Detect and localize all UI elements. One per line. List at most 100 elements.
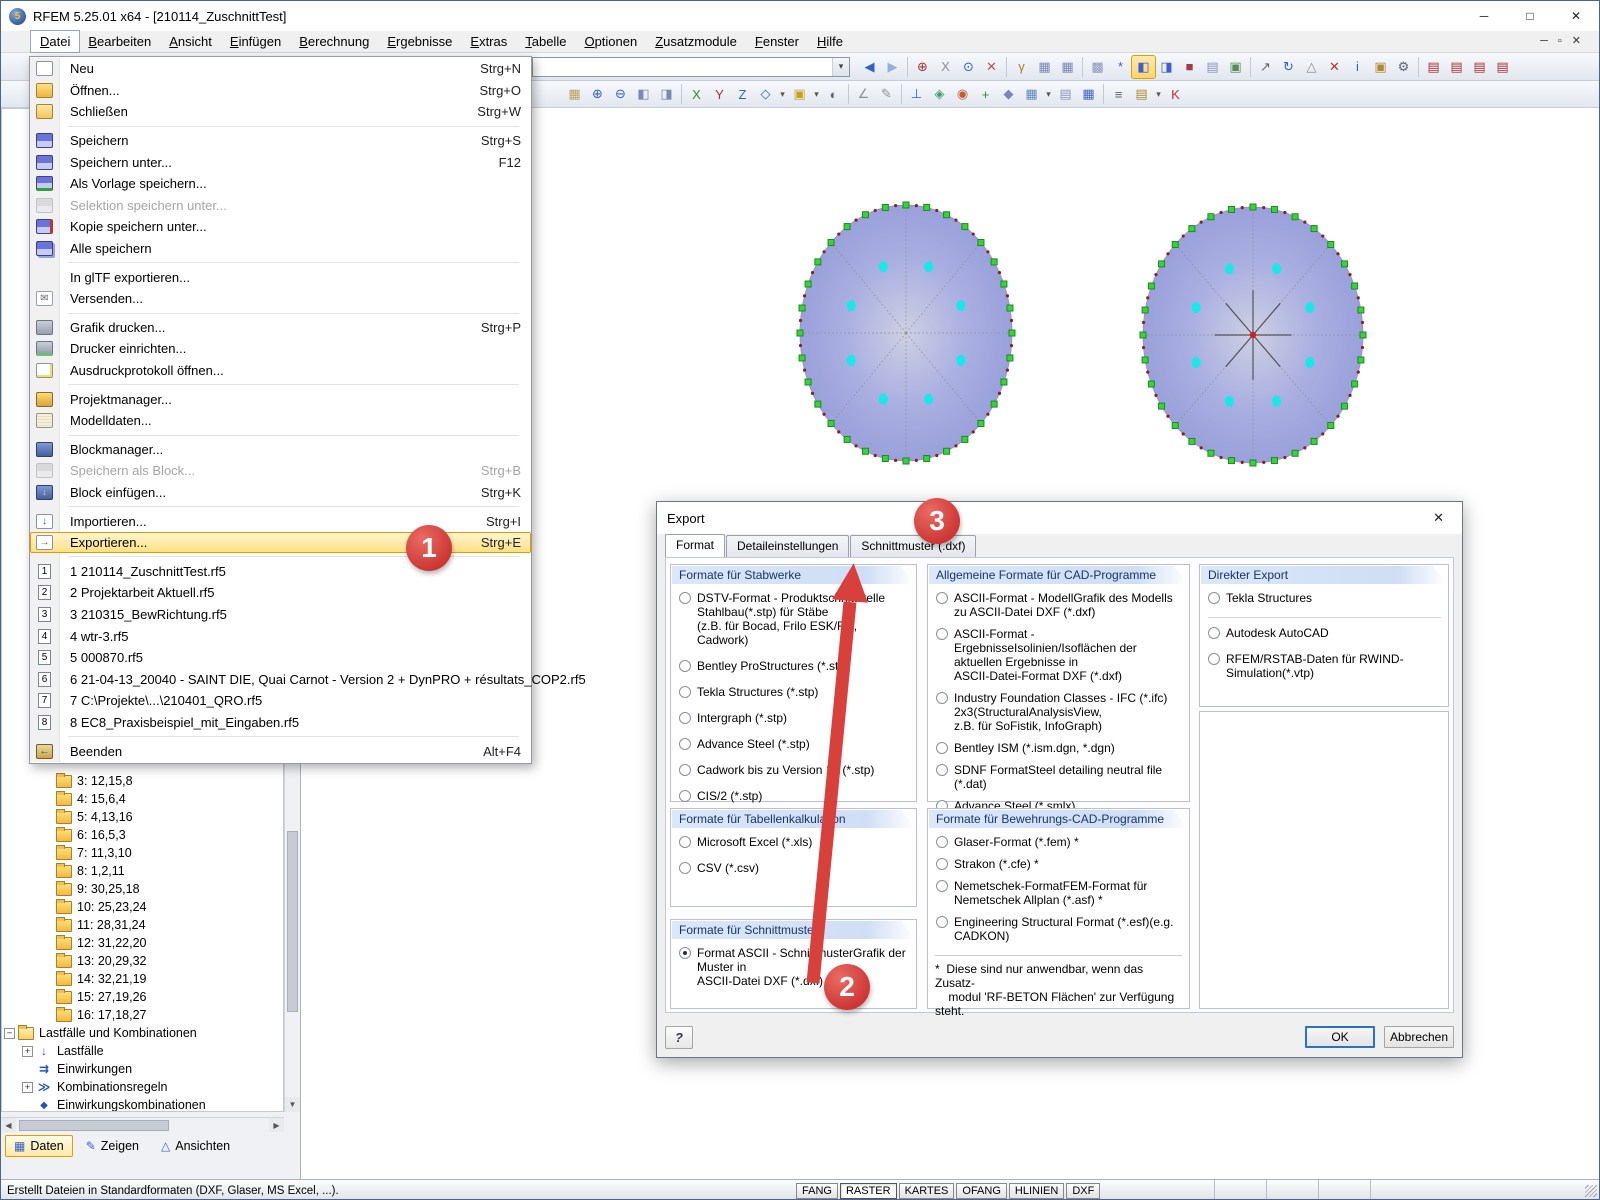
section-cut-icon[interactable]: ▤	[1054, 83, 1077, 105]
combinations-table-icon[interactable]: ▦	[1056, 56, 1079, 78]
radio-option[interactable]: ASCII-Format - ModellGrafik des Modells …	[936, 591, 1182, 619]
section-side-icon[interactable]: ■	[1178, 56, 1201, 78]
display-options-icon[interactable]: ▦	[1020, 83, 1043, 105]
radio-option[interactable]: CSV (*.csv)	[679, 861, 909, 875]
menu-bar-item[interactable]: Hilfe	[808, 31, 852, 52]
scrollbar-thumb[interactable]	[19, 1119, 169, 1131]
tree-item[interactable]: 10: 25,23,24	[2, 898, 283, 916]
radio-button-icon[interactable]	[679, 592, 691, 604]
tables-icon[interactable]: ▦	[1077, 83, 1100, 105]
tree-item[interactable]: 8: 1,2,11	[2, 862, 283, 880]
toolbar-icon[interactable]	[1250, 56, 1251, 77]
file-menu-item[interactable]: Ausdruckprotokoll öffnen...	[30, 359, 531, 382]
printout-report-1-icon[interactable]: ▤	[1422, 56, 1445, 78]
toolbar-icon[interactable]	[1103, 84, 1104, 104]
dropdown-icon[interactable]: ▾	[811, 83, 822, 105]
load-cases-table-icon[interactable]: ▦	[1033, 56, 1056, 78]
navigator-icon[interactable]: ≡	[1107, 83, 1130, 105]
file-menu-item[interactable]: Modelldaten...	[30, 409, 531, 432]
rotate-view-icon[interactable]: ↻	[1277, 56, 1300, 78]
tree-item[interactable]: 7: 11,3,10	[2, 844, 283, 862]
file-menu-item[interactable]: Exportieren... Strg+E	[30, 531, 531, 554]
menu-bar-item[interactable]: Einfügen	[221, 31, 290, 52]
status-toggle[interactable]: OFANG	[956, 1182, 1007, 1199]
results-values-icon[interactable]: ◉	[951, 83, 974, 105]
menu-bar-item[interactable]: Ansicht	[160, 31, 221, 52]
select-arrow-icon[interactable]: ↗	[1254, 56, 1277, 78]
scroll-down-icon[interactable]: ▼	[285, 1097, 300, 1112]
export-dialog-tab[interactable]: Schnittmuster (.dxf)	[850, 535, 977, 557]
select-objects-icon[interactable]: ▦	[563, 83, 586, 105]
file-menu-item[interactable]: 6 6 21-04-13_20040 - SAINT DIE, Quai Car…	[30, 668, 586, 691]
maximize-button[interactable]: □	[1507, 1, 1553, 31]
zoom-in-icon[interactable]: ⊕	[586, 83, 609, 105]
radio-option[interactable]: Advance Steel (*.stp)	[679, 737, 909, 751]
file-menu-item[interactable]: Projektmanager...	[30, 388, 531, 410]
radio-option[interactable]: Bentley ISM (*.ism.dgn, *.dgn)	[936, 741, 1182, 755]
toolbar-icon[interactable]	[1082, 56, 1083, 77]
toolbar-icon[interactable]	[1418, 56, 1419, 77]
tree-item[interactable]: + Lastfälle	[2, 1042, 283, 1060]
radio-option[interactable]: Tekla Structures (*.stp)	[679, 685, 909, 699]
radio-button-icon[interactable]	[1208, 627, 1220, 639]
radio-option[interactable]: ASCII-Format - ErgebnisseIsolinien/Isofl…	[936, 627, 1182, 683]
radio-option[interactable]: Cadwork bis zu Version 18 (*.stp)	[679, 763, 909, 777]
radio-option[interactable]: Bentley ProStructures (*.stp)	[679, 659, 909, 673]
workplane-icon[interactable]: ▣	[788, 83, 811, 105]
panel-icon[interactable]: ▤	[1130, 83, 1153, 105]
radio-button-icon[interactable]	[679, 712, 691, 724]
status-toggle[interactable]: HLINIEN	[1008, 1182, 1065, 1199]
file-menu-item[interactable]: 8 8 EC8_Praxisbeispiel_mit_Eingaben.rf5	[30, 711, 531, 734]
radio-button-icon[interactable]	[679, 738, 691, 750]
status-toggle[interactable]: RASTER	[839, 1182, 897, 1199]
file-menu-item[interactable]: Importieren... Strg+I	[30, 510, 531, 532]
navigator-tab[interactable]: ▦ Daten	[5, 1134, 73, 1157]
menu-bar-item[interactable]: Optionen	[575, 31, 646, 52]
measure-icon[interactable]: ∠	[852, 83, 875, 105]
tree-expander[interactable]: −	[4, 1027, 15, 1039]
toolbar-icon[interactable]	[848, 84, 849, 104]
ok-button[interactable]: OK	[1305, 1026, 1375, 1048]
radio-button-icon[interactable]	[936, 764, 948, 776]
zoom-window-icon[interactable]: ◧	[632, 83, 655, 105]
file-menu-item[interactable]: 7 7 C:\Projekte\...\210401_QRO.rf5	[30, 690, 531, 712]
file-menu-item[interactable]: Kopie speichern unter...	[30, 216, 531, 238]
partial-factors-icon[interactable]: γ	[1010, 56, 1033, 78]
file-menu-item[interactable]: Alle speichern	[30, 237, 531, 260]
pdf-export-icon[interactable]: ▤	[1491, 56, 1514, 78]
file-menu-item[interactable]: In glTF exportieren...	[30, 266, 531, 288]
help-button[interactable]: ?	[665, 1025, 693, 1049]
status-toggle[interactable]: KARTES	[898, 1182, 955, 1199]
file-menu-item[interactable]	[30, 733, 531, 741]
nav-back-icon[interactable]: ◀	[858, 56, 881, 78]
visibility-icon[interactable]: ◐	[822, 83, 845, 105]
navigator-tab[interactable]: △ Ansichten	[152, 1135, 239, 1157]
calculation-params-icon[interactable]: ▣	[1369, 56, 1392, 78]
file-menu-item[interactable]	[30, 122, 531, 130]
section-view-icon[interactable]: ◧	[1131, 54, 1156, 79]
tree-item[interactable]: 12: 31,22,20	[2, 934, 283, 952]
radio-option[interactable]: Autodesk AutoCAD	[1208, 617, 1441, 640]
generate-loads-icon[interactable]: +	[974, 83, 997, 105]
tree-item[interactable]: 9: 30,25,18	[2, 880, 283, 898]
supports-icon[interactable]: ⊥	[905, 83, 928, 105]
file-menu-item[interactable]: Speichern unter... F12	[30, 151, 531, 173]
tree-item[interactable]: 16: 17,18,27	[2, 1006, 283, 1024]
file-menu-item[interactable]: Versenden...	[30, 287, 531, 310]
fe-mesh-icon[interactable]: ▩	[1086, 56, 1109, 78]
menu-bar-item[interactable]: Bearbeiten	[79, 31, 160, 52]
toolbar-icon[interactable]	[901, 84, 902, 104]
view-x-icon[interactable]: X	[685, 83, 708, 105]
radio-button-icon[interactable]	[679, 660, 691, 672]
dropdown-icon[interactable]: ▾	[777, 83, 788, 105]
radio-option[interactable]: Tekla Structures	[1208, 591, 1441, 605]
toolbar-icon[interactable]	[681, 84, 682, 104]
file-menu-item[interactable]: 4 4 wtr-3.rf5	[30, 625, 531, 647]
tree-item[interactable]: 15: 27,19,26	[2, 988, 283, 1006]
mdi-close-button[interactable]: ✕	[1572, 34, 1581, 47]
menu-bar-item[interactable]: Extras	[461, 31, 516, 52]
tree-expander[interactable]: +	[22, 1081, 33, 1093]
scroll-left-icon[interactable]: ◀	[1, 1118, 16, 1132]
status-toggle[interactable]: FANG	[796, 1182, 838, 1199]
radio-button-icon[interactable]	[679, 686, 691, 698]
